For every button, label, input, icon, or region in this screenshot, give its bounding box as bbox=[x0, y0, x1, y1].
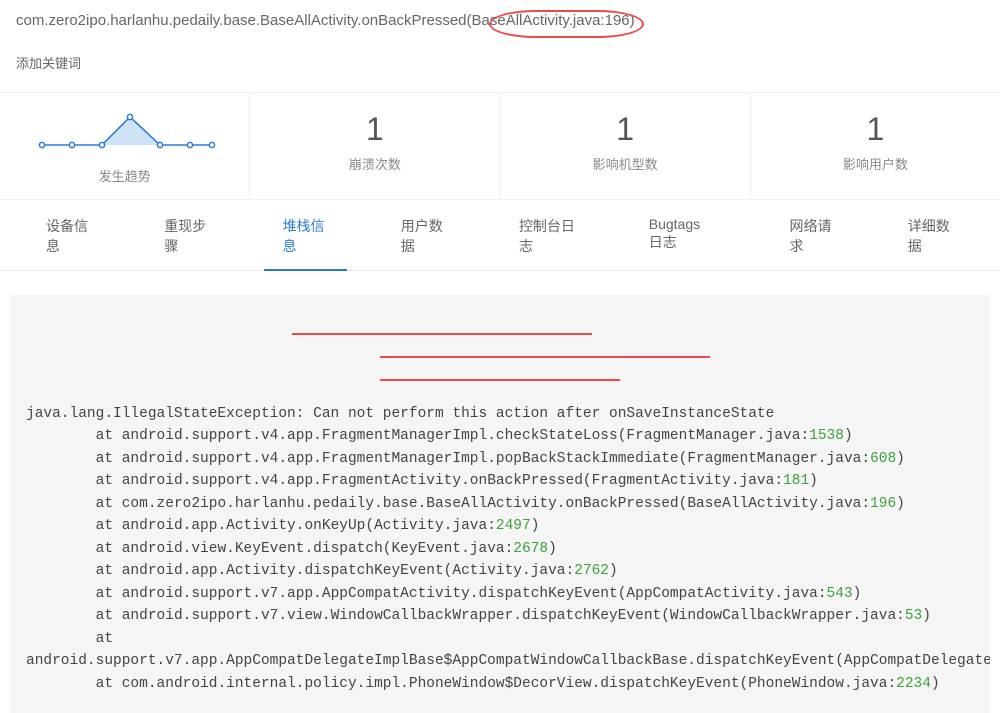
tab-stack[interactable]: 堆栈信息 bbox=[264, 200, 346, 270]
stat-value: 1 bbox=[250, 111, 499, 148]
add-keyword-link[interactable]: 添加关键词 bbox=[16, 53, 984, 72]
stack-line: at android.support.v7.app.AppCompatActiv… bbox=[26, 583, 974, 605]
stat-value: 1 bbox=[751, 111, 1000, 148]
tab-repro[interactable]: 重现步骤 bbox=[146, 200, 228, 270]
stat-crash-count: 1 崩溃次数 bbox=[250, 93, 500, 199]
stack-line: at com.zero2ipo.harlanhu.pedaily.base.Ba… bbox=[26, 493, 974, 515]
stat-device-count: 1 影响机型数 bbox=[501, 93, 751, 199]
tabs: 设备信息 重现步骤 堆栈信息 用户数据 控制台日志 Bugtags 日志 网络请… bbox=[0, 200, 1000, 271]
annotation-underline bbox=[292, 333, 592, 335]
tab-userdata[interactable]: 用户数据 bbox=[383, 200, 465, 270]
stat-value: 1 bbox=[501, 111, 750, 148]
stack-line: at android.support.v4.app.FragmentManage… bbox=[26, 425, 974, 447]
tab-console[interactable]: 控制台日志 bbox=[501, 200, 595, 270]
annotation-underline bbox=[380, 379, 620, 381]
stack-line: at android.view.KeyEvent.dispatch(KeyEve… bbox=[26, 538, 974, 560]
stack-line: at android.app.Activity.dispatchKeyEvent… bbox=[26, 560, 974, 582]
stat-label: 影响机型数 bbox=[501, 154, 750, 173]
stat-user-count: 1 影响用户数 bbox=[751, 93, 1000, 199]
stack-line: at android.app.Activity.onKeyUp(Activity… bbox=[26, 515, 974, 537]
stat-trend-label: 发生趋势 bbox=[0, 166, 249, 185]
stack-line: at android.support.v4.app.FragmentManage… bbox=[26, 448, 974, 470]
trend-sparkline bbox=[30, 111, 220, 153]
crash-title: com.zero2ipo.harlanhu.pedaily.base.BaseA… bbox=[16, 12, 984, 29]
tab-device[interactable]: 设备信息 bbox=[28, 200, 110, 270]
tab-bugtags[interactable]: Bugtags 日志 bbox=[631, 200, 736, 270]
annotation-underline bbox=[380, 356, 710, 358]
stats-row: 发生趋势 1 崩溃次数 1 影响机型数 1 影响用户数 bbox=[0, 92, 1000, 200]
crash-title-text: com.zero2ipo.harlanhu.pedaily.base.BaseA… bbox=[16, 12, 635, 29]
tab-network[interactable]: 网络请求 bbox=[771, 200, 853, 270]
stat-label: 影响用户数 bbox=[751, 154, 1000, 173]
stack-line: at com.android.internal.policy.impl.Phon… bbox=[26, 673, 974, 695]
stack-line: at android.support.v4.app.FragmentActivi… bbox=[26, 470, 974, 492]
tab-detail[interactable]: 详细数据 bbox=[890, 200, 972, 270]
stack-line: at android.support.v7.app.AppCompatDeleg… bbox=[26, 628, 974, 673]
stat-label: 崩溃次数 bbox=[250, 154, 499, 173]
stat-trend: 发生趋势 bbox=[0, 93, 250, 199]
stack-line: at android.support.v7.view.WindowCallbac… bbox=[26, 605, 974, 627]
stack-exception: java.lang.IllegalStateException: Can not… bbox=[26, 403, 974, 425]
stack-trace: java.lang.IllegalStateException: Can not… bbox=[10, 295, 990, 713]
